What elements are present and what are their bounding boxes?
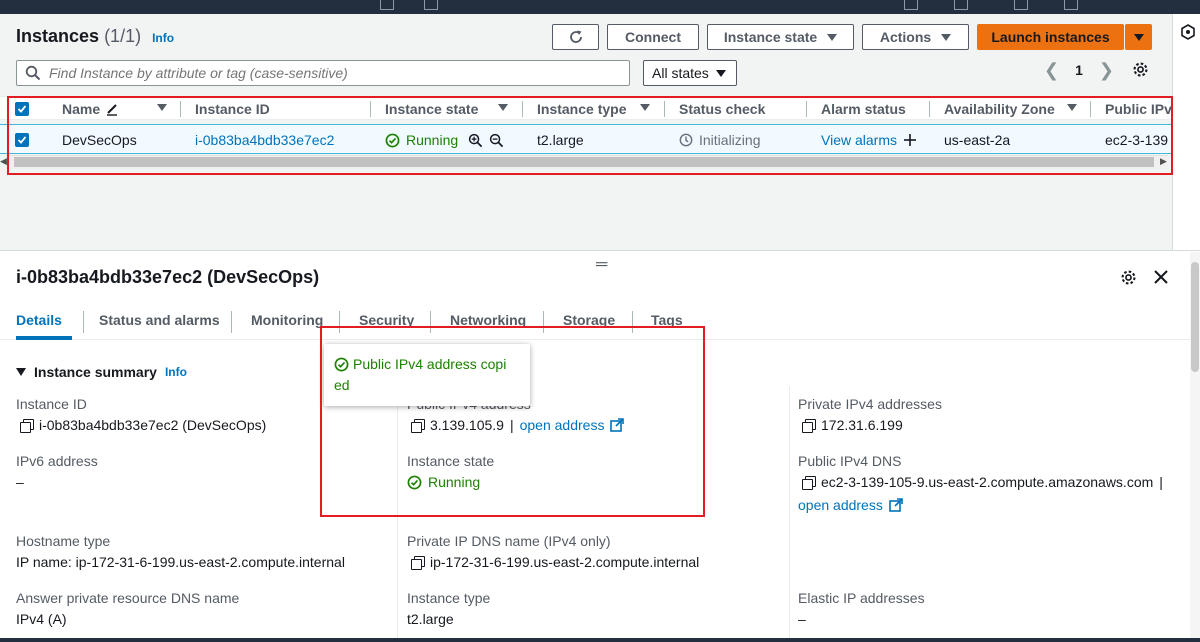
connect-button[interactable]: Connect bbox=[607, 24, 699, 50]
chevron-right-icon[interactable]: ❯ bbox=[1099, 60, 1114, 81]
instance-summary-header[interactable]: Instance summary Info bbox=[16, 364, 187, 380]
info-link[interactable]: Info bbox=[152, 31, 174, 45]
field-label: Instance type bbox=[407, 590, 491, 606]
tab-details[interactable]: Details bbox=[16, 312, 62, 328]
instance-count: (1/1) bbox=[104, 26, 142, 46]
top-bar-item bbox=[1014, 0, 1028, 10]
info-link[interactable]: Info bbox=[165, 365, 187, 379]
settings-gear-icon[interactable] bbox=[1120, 269, 1137, 286]
copy-icon[interactable] bbox=[411, 555, 425, 570]
field-label: Instance ID bbox=[16, 396, 87, 412]
field-label: Private IP DNS name (IPv4 only) bbox=[407, 533, 611, 549]
split-divider bbox=[0, 250, 1200, 251]
instance-state-label: Instance state bbox=[723, 29, 818, 45]
refresh-icon bbox=[569, 30, 582, 43]
instance-state-button[interactable]: Instance state bbox=[707, 24, 854, 50]
copy-icon[interactable] bbox=[802, 475, 816, 490]
instance-id-text: i-0b83ba4bdb33e7ec2 (DevSecOps) bbox=[39, 417, 267, 433]
top-bar-item bbox=[1064, 0, 1078, 10]
field-value-public-dns: ec2-3-139-105-9.us-east-2.compute.amazon… bbox=[802, 474, 1163, 490]
bottom-bar bbox=[0, 638, 1200, 642]
top-bar-item bbox=[954, 0, 968, 10]
caret-down-icon bbox=[16, 368, 26, 376]
actions-button[interactable]: Actions bbox=[862, 24, 969, 50]
actions-label: Actions bbox=[879, 29, 932, 45]
launch-dropdown-button[interactable] bbox=[1125, 24, 1152, 50]
close-icon[interactable] bbox=[1154, 270, 1168, 284]
right-rail bbox=[1172, 14, 1200, 250]
separator: | bbox=[1159, 474, 1163, 490]
highlight-box-table bbox=[7, 96, 1173, 175]
private-dns-text: ip-172-31-6-199.us-east-2.compute.intern… bbox=[430, 554, 700, 570]
field-label: Answer private resource DNS name bbox=[16, 590, 240, 606]
tab-divider bbox=[83, 311, 84, 333]
state-filter-select[interactable]: All states bbox=[643, 60, 737, 86]
private-ipv4-text: 172.31.6.199 bbox=[821, 417, 903, 433]
caret-down-icon bbox=[1133, 33, 1144, 41]
state-filter-value: All states bbox=[652, 65, 709, 81]
caret-down-icon bbox=[941, 33, 952, 41]
field-value-answer-dns: IPv4 (A) bbox=[16, 611, 67, 627]
field-label: Public IPv4 DNS bbox=[798, 453, 902, 469]
page-number[interactable]: 1 bbox=[1075, 62, 1083, 78]
field-label: Elastic IP addresses bbox=[798, 590, 925, 606]
highlight-box-public-ip bbox=[320, 326, 705, 517]
top-bar-item bbox=[904, 0, 918, 10]
launch-instances-button[interactable]: Launch instances bbox=[977, 24, 1124, 50]
launch-label: Launch instances bbox=[991, 29, 1110, 45]
section-title: Instance summary bbox=[34, 364, 157, 380]
connect-label: Connect bbox=[625, 29, 681, 45]
caret-down-icon bbox=[716, 69, 726, 77]
pagination: ❮ 1 ❯ bbox=[1044, 60, 1114, 80]
column-divider bbox=[789, 386, 790, 642]
copy-icon[interactable] bbox=[802, 418, 816, 433]
tab-divider bbox=[231, 311, 232, 333]
field-value-private-dns: ip-172-31-6-199.us-east-2.compute.intern… bbox=[411, 554, 699, 570]
search-input[interactable] bbox=[49, 65, 609, 81]
active-tab-indicator bbox=[16, 336, 72, 340]
hexagon-icon[interactable] bbox=[1180, 24, 1196, 40]
public-dns-open-address: open address bbox=[798, 497, 903, 513]
top-bar-item bbox=[424, 0, 438, 10]
caret-down-icon bbox=[827, 33, 838, 41]
page-title-text: Instances bbox=[16, 26, 100, 46]
open-address-link[interactable]: open address bbox=[798, 497, 883, 513]
settings-gear-icon[interactable] bbox=[1132, 61, 1149, 78]
field-value-instance-type: t2.large bbox=[407, 611, 454, 627]
field-label: Hostname type bbox=[16, 533, 111, 549]
console-top-bar bbox=[0, 0, 1200, 14]
tab-status-and-alarms[interactable]: Status and alarms bbox=[99, 312, 220, 328]
field-value-elastic-ip: – bbox=[798, 611, 806, 627]
field-label: Private IPv4 addresses bbox=[798, 396, 942, 412]
field-value-private-ipv4: 172.31.6.199 bbox=[802, 417, 903, 433]
field-label: IPv6 address bbox=[16, 453, 98, 469]
scroll-left-arrow-icon[interactable]: ◀ bbox=[0, 156, 7, 167]
public-dns-text: ec2-3-139-105-9.us-east-2.compute.amazon… bbox=[821, 474, 1154, 490]
field-value-ipv6: – bbox=[16, 474, 24, 490]
vertical-scroll-thumb[interactable] bbox=[1191, 262, 1199, 372]
tab-monitoring[interactable]: Monitoring bbox=[251, 312, 323, 328]
search-icon bbox=[25, 65, 41, 81]
field-value-instance-id: i-0b83ba4bdb33e7ec2 (DevSecOps) bbox=[20, 417, 266, 433]
top-bar-item bbox=[380, 0, 394, 10]
chevron-left-icon[interactable]: ❮ bbox=[1044, 60, 1059, 81]
details-title: i-0b83ba4bdb33e7ec2 (DevSecOps) bbox=[16, 267, 320, 287]
resize-handle-icon[interactable]: ═ bbox=[596, 256, 607, 274]
refresh-button[interactable] bbox=[552, 24, 599, 50]
field-value-hostname: IP name: ip-172-31-6-199.us-east-2.compu… bbox=[16, 554, 345, 570]
page-title: Instances (1/1) Info bbox=[16, 26, 174, 47]
copy-icon[interactable] bbox=[20, 418, 34, 433]
search-input-wrapper[interactable] bbox=[16, 60, 630, 86]
external-link-icon[interactable] bbox=[889, 498, 903, 512]
